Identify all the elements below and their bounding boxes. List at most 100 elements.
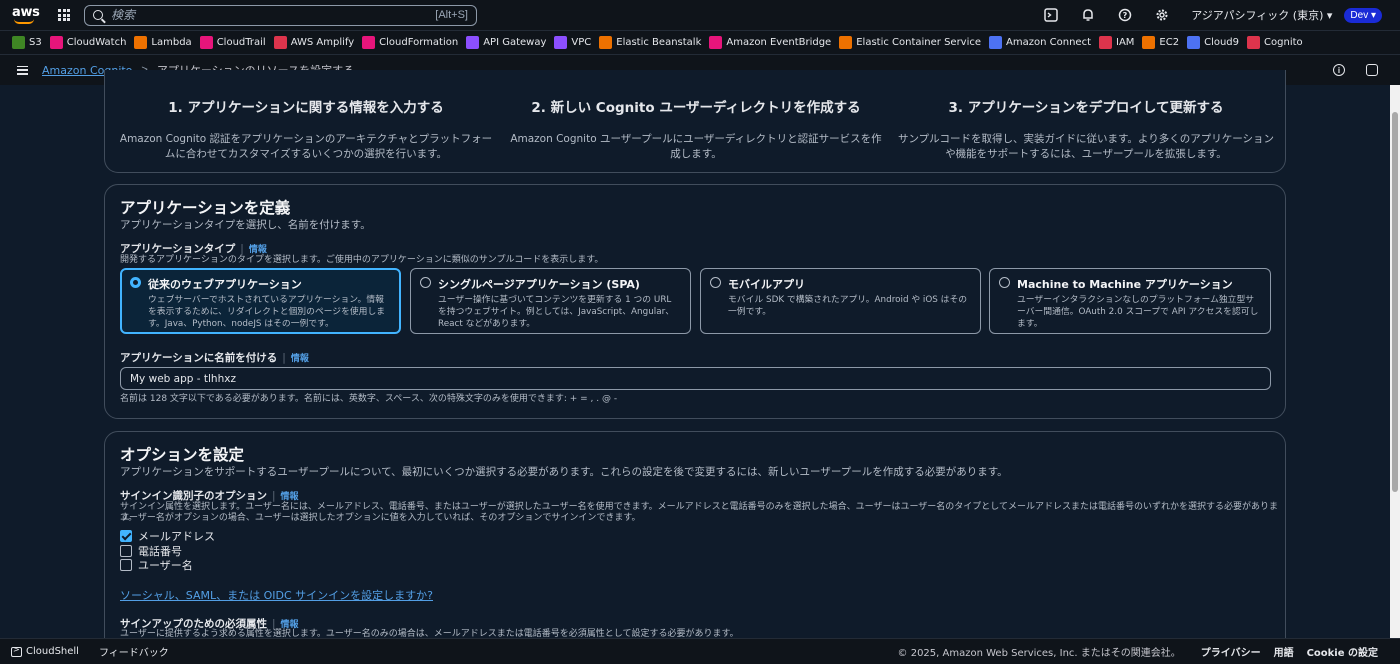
tile-description: モバイル SDK で構築されたアプリ。Android や iOS はその一例です…: [728, 295, 968, 317]
feedback-link[interactable]: フィードバック: [99, 644, 169, 659]
steps-panel: 1. アプリケーションに関する情報を入力する Amazon Cognito 認証…: [104, 70, 1286, 173]
step-1: 1. アプリケーションに関する情報を入力する Amazon Cognito 認証…: [116, 96, 496, 162]
favorite-elastic-container-service[interactable]: Elastic Container Service: [839, 36, 981, 49]
checkbox-label: メールアドレス: [138, 530, 215, 543]
radio-unselected[interactable]: [710, 277, 721, 288]
search-icon: [93, 10, 103, 20]
footer: CloudShell フィードバック © 2025, Amazon Web Se…: [0, 638, 1400, 664]
bell-icon[interactable]: [1080, 7, 1096, 23]
checkbox-unchecked[interactable]: [120, 559, 132, 571]
info-link[interactable]: 情報: [281, 492, 299, 502]
step-title: 2. 新しい Cognito ユーザーディレクトリを作成する: [531, 100, 861, 116]
favorite-ec2[interactable]: EC2: [1142, 36, 1179, 49]
checkbox-unchecked[interactable]: [120, 545, 132, 557]
section-description: アプリケーションタイプを選択し、名前を付けます。: [120, 219, 371, 231]
checkbox-username[interactable]: ユーザー名: [120, 557, 193, 573]
svg-text:?: ?: [1123, 11, 1128, 20]
favorite-amazon-eventbridge[interactable]: Amazon EventBridge: [709, 36, 831, 49]
favorite-amazon-connect[interactable]: Amazon Connect: [989, 36, 1091, 49]
eventbridge-icon: [709, 36, 723, 49]
favorite-s3[interactable]: S3: [12, 36, 42, 49]
tile-description: ウェブサーバーでホストされているアプリケーション。情報を表示するために、リダイレ…: [148, 295, 386, 329]
help-icon[interactable]: ?: [1117, 7, 1133, 23]
signin-hint: ユーザー名がオプションの場合、ユーザーは選択したオプションに値を入力していれば、…: [120, 513, 641, 523]
tile-machine-to-machine[interactable]: Machine to Machine アプリケーション ユーザーインタラクション…: [989, 268, 1271, 334]
search-shortcut: [Alt+S]: [435, 9, 468, 21]
cookie-settings-link[interactable]: Cookie の設定: [1307, 644, 1378, 659]
ec2-icon: [1142, 36, 1156, 49]
favorite-label: S3: [29, 37, 42, 48]
tile-traditional-web-app[interactable]: 従来のウェブアプリケーション ウェブサーバーでホストされているアプリケーション。…: [120, 268, 401, 334]
favorite-label: CloudTrail: [216, 37, 266, 48]
options-panel: オプションを設定 アプリケーションをサポートするユーザープールについて、最初にい…: [104, 431, 1286, 664]
favorite-label: Amazon EventBridge: [726, 37, 832, 48]
info-link[interactable]: 情報: [249, 245, 267, 255]
aws-logo-text: aws: [12, 5, 40, 20]
checkbox-email[interactable]: メールアドレス: [120, 528, 215, 544]
lambda-icon: [134, 36, 148, 49]
favorite-iam[interactable]: IAM: [1099, 36, 1134, 49]
favorite-label: Amazon Connect: [1006, 37, 1091, 48]
cloudshell-icon[interactable]: [1043, 7, 1059, 23]
top-navigation: aws [Alt+S] ? アジアパシフィック (東京) ▾ Dev ▾: [0, 0, 1400, 30]
cloudshell-link[interactable]: CloudShell: [26, 646, 79, 657]
radio-selected[interactable]: [130, 277, 141, 288]
checkbox-checked[interactable]: [120, 530, 132, 542]
favorite-aws-amplify[interactable]: AWS Amplify: [273, 36, 354, 49]
info-link[interactable]: 情報: [291, 354, 309, 364]
favorite-label: CloudFormation: [379, 37, 459, 48]
application-type-label: アプリケーションタイプ | 情報: [120, 243, 267, 255]
favorite-lambda[interactable]: Lambda: [134, 36, 192, 49]
menu-icon[interactable]: [17, 65, 28, 75]
step-title: 3. アプリケーションをデプロイして更新する: [948, 100, 1224, 116]
account-menu[interactable]: Dev ▾: [1344, 7, 1382, 23]
application-name-input[interactable]: [120, 367, 1271, 390]
scrollbar[interactable]: [1390, 85, 1400, 638]
tile-description: ユーザーインタラクションなしのプラットフォーム独立型サーバー間通信。OAuth …: [1017, 295, 1259, 329]
copyright: © 2025, Amazon Web Services, Inc. またはその関…: [897, 648, 1181, 659]
define-application-panel: アプリケーションを定義 アプリケーションタイプを選択し、名前を付けます。 アプリ…: [104, 184, 1286, 419]
cloud9-icon: [1187, 36, 1201, 49]
favorite-label: VPC: [571, 37, 592, 48]
favorite-cloud9[interactable]: Cloud9: [1187, 36, 1239, 49]
favorite-label: CloudWatch: [66, 37, 127, 48]
settings-panel-icon[interactable]: [1366, 64, 1378, 76]
radio-unselected[interactable]: [999, 277, 1010, 288]
vpc-icon: [554, 36, 568, 49]
section-title: オプションを設定: [120, 446, 245, 464]
terms-link[interactable]: 用語: [1274, 644, 1294, 659]
favorite-cloudformation[interactable]: CloudFormation: [362, 36, 458, 49]
favorite-cloudwatch[interactable]: CloudWatch: [49, 36, 127, 49]
checkbox-label: ユーザー名: [138, 559, 193, 572]
section-description: アプリケーションをサポートするユーザープールについて、最初にいくつか選択する必要…: [120, 466, 1008, 478]
favorite-label: Cognito: [1264, 37, 1303, 48]
step-3: 3. アプリケーションをデプロイして更新する サンプルコードを取得し、実装ガイド…: [896, 96, 1276, 162]
favorite-cognito[interactable]: Cognito: [1247, 36, 1303, 49]
application-name-hint: 名前は 128 文字以下である必要があります。名前には、英数字、スペース、次の特…: [120, 394, 618, 404]
favorite-label: Elastic Beanstalk: [616, 37, 702, 48]
region-selector[interactable]: アジアパシフィック (東京) ▾: [1191, 7, 1332, 23]
favorite-vpc[interactable]: VPC: [554, 36, 591, 49]
gear-icon[interactable]: [1154, 7, 1170, 23]
cognito-icon: [1247, 36, 1261, 49]
tile-title: シングルページアプリケーション (SPA): [438, 278, 640, 291]
social-saml-oidc-link[interactable]: ソーシャル、SAML、または OIDC サインインを設定しますか?: [120, 587, 433, 603]
radio-unselected[interactable]: [420, 277, 431, 288]
favorite-cloudtrail[interactable]: CloudTrail: [199, 36, 266, 49]
favorite-api-gateway[interactable]: API Gateway: [466, 36, 546, 49]
privacy-link[interactable]: プライバシー: [1201, 644, 1261, 659]
cloudwatch-icon: [49, 36, 63, 49]
search-input[interactable]: [111, 8, 436, 22]
cloudshell-icon[interactable]: [11, 645, 22, 657]
tile-title: Machine to Machine アプリケーション: [1017, 278, 1233, 291]
tile-mobile-app[interactable]: モバイルアプリ モバイル SDK で構築されたアプリ。Android や iOS…: [700, 268, 981, 334]
tile-spa[interactable]: シングルページアプリケーション (SPA) ユーザー操作に基づいてコンテンツを更…: [410, 268, 691, 334]
info-icon[interactable]: i: [1333, 64, 1345, 76]
aws-logo[interactable]: aws: [12, 4, 40, 26]
cloudformation-icon: [362, 36, 376, 49]
services-grid-icon[interactable]: [58, 9, 70, 21]
favorite-elastic-beanstalk[interactable]: Elastic Beanstalk: [599, 36, 701, 49]
step-2: 2. 新しい Cognito ユーザーディレクトリを作成する Amazon Co…: [506, 96, 886, 162]
scrollbar-thumb[interactable]: [1392, 112, 1398, 492]
step-description: Amazon Cognito 認証をアプリケーションのアーキテクチャとプラットフ…: [119, 133, 493, 160]
